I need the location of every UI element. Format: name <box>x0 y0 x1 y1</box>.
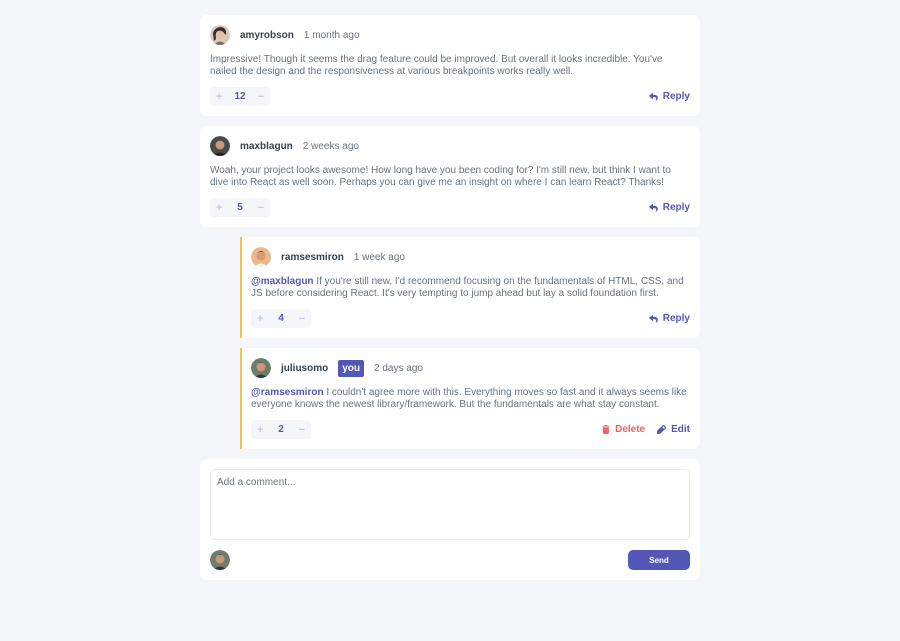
comment-footer: + 4 − Reply <box>251 309 690 328</box>
vote-counter: + 2 − <box>251 420 311 439</box>
upvote-button[interactable]: + <box>257 424 263 436</box>
trash-icon <box>602 425 610 434</box>
reply-card: juliusomo you 2 days ago @ramsesmiron I … <box>240 348 700 449</box>
username: ramsesmiron <box>281 251 344 263</box>
comment-header: maxblagun 2 weeks ago <box>210 136 690 156</box>
comment-text-body: If you're still new, I'd recommend focus… <box>251 276 684 299</box>
timestamp: 2 weeks ago <box>302 140 359 152</box>
upvote-button[interactable]: + <box>257 313 263 325</box>
avatar <box>210 136 230 156</box>
downvote-button[interactable]: − <box>299 313 305 325</box>
avatar <box>251 247 271 267</box>
reply-arrow-icon <box>648 92 658 101</box>
comment-card: amyrobson 1 month ago Impressive! Though… <box>200 15 700 116</box>
comment-text: Impressive! Though it seems the drag fea… <box>210 54 663 77</box>
comment-header: ramsesmiron 1 week ago <box>251 247 690 267</box>
comment-header: amyrobson 1 month ago <box>210 25 690 45</box>
comment-footer: + 5 − Reply <box>210 198 690 217</box>
compose-footer: Send <box>210 550 690 570</box>
avatar <box>251 358 271 378</box>
reply-button[interactable]: Reply <box>648 202 690 213</box>
timestamp: 1 month ago <box>303 29 360 41</box>
comment-header: juliusomo you 2 days ago <box>251 358 690 378</box>
reply-card: ramsesmiron 1 week ago @maxblagun If you… <box>240 237 700 338</box>
comment-text: @maxblagun If you're still new, I'd reco… <box>251 276 690 300</box>
reply-arrow-icon <box>648 203 658 212</box>
vote-counter: + 4 − <box>251 309 311 328</box>
edit-button[interactable]: Edit <box>657 424 690 435</box>
reply-arrow-icon <box>648 314 658 323</box>
comment-footer: + 12 − Reply <box>210 87 690 106</box>
mention-link[interactable]: @ramsesmiron <box>251 387 324 398</box>
current-user-avatar <box>210 550 230 570</box>
reply-label: Reply <box>662 202 690 213</box>
username: juliusomo <box>281 362 329 374</box>
comment-card: maxblagun 2 weeks ago Woah, your project… <box>200 126 700 227</box>
edit-label: Edit <box>671 424 690 435</box>
avatar <box>210 25 230 45</box>
timestamp: 2 days ago <box>374 362 423 374</box>
send-button[interactable]: Send <box>628 550 690 570</box>
downvote-button[interactable]: − <box>258 91 264 103</box>
comment-text: @ramsesmiron I couldn't agree more with … <box>251 387 690 411</box>
upvote-button[interactable]: + <box>216 202 222 214</box>
username: amyrobson <box>240 29 294 41</box>
delete-label: Delete <box>615 424 646 435</box>
vote-score: 2 <box>278 424 284 435</box>
reply-label: Reply <box>662 313 690 324</box>
vote-score: 5 <box>237 202 243 213</box>
username: maxblagun <box>240 140 293 152</box>
vote-counter: + 5 − <box>210 198 270 217</box>
vote-score: 12 <box>234 91 246 102</box>
comment-actions: Delete Edit <box>602 424 690 435</box>
upvote-button[interactable]: + <box>216 91 222 103</box>
comment-text: Woah, your project looks awesome! How lo… <box>210 165 671 188</box>
comment-footer: + 2 − Delete Edit <box>251 420 690 439</box>
add-comment-card: Send <box>200 459 700 580</box>
vote-score: 4 <box>278 313 284 324</box>
comment-input[interactable] <box>210 469 690 540</box>
reply-label: Reply <box>662 91 690 102</box>
you-badge: you <box>338 359 365 377</box>
vote-counter: + 12 − <box>210 87 270 106</box>
reply-button[interactable]: Reply <box>648 91 690 102</box>
comments-thread: amyrobson 1 month ago Impressive! Though… <box>200 15 700 580</box>
pencil-icon <box>657 425 667 434</box>
downvote-button[interactable]: − <box>299 424 305 436</box>
downvote-button[interactable]: − <box>258 202 264 214</box>
mention-link[interactable]: @maxblagun <box>251 276 314 287</box>
timestamp: 1 week ago <box>353 251 405 263</box>
reply-button[interactable]: Reply <box>648 313 690 324</box>
delete-button[interactable]: Delete <box>602 424 645 435</box>
